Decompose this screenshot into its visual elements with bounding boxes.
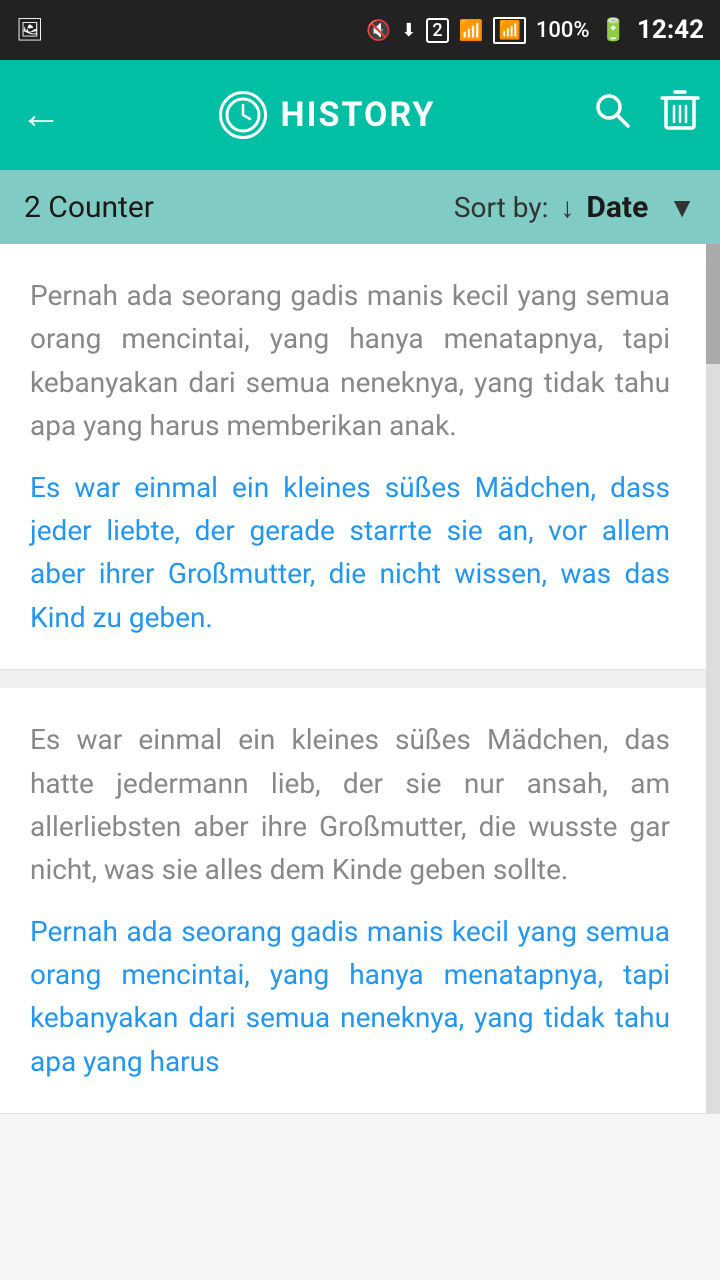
original-text-1: Pernah ada seorang gadis manis kecil yan… [30,274,670,448]
filter-bar: 2 Counter Sort by: ↓ Date ▼ [0,170,720,244]
original-text-2: Es war einmal ein kleines süßes Mädchen,… [30,718,670,892]
toolbar-right [592,88,700,142]
mute-icon: 🔇 [366,18,391,42]
divider-1 [0,670,720,688]
status-bar: 🖼 🔇 ⬇ 2 📶 📶 100% 🔋 12:42 [0,0,720,60]
toolbar-center: HISTORY [62,91,592,139]
scrollbar[interactable] [706,244,720,1114]
image-icon: 🖼 [16,18,44,43]
translation-text-1: Es war einmal ein kleines süßes Mädchen,… [30,466,670,640]
download-icon: ⬇ [401,20,416,41]
sort-direction-icon: ↓ [560,191,574,224]
toolbar: ← HISTORY [0,60,720,170]
toolbar-title: HISTORY [281,95,436,135]
battery-icon: 🔋 [600,18,627,43]
delete-button[interactable] [660,88,700,142]
counter-text: 2 Counter [24,190,454,225]
toolbar-left: ← [20,94,62,136]
sim-icon: 2 [426,18,448,43]
time-display: 12:42 [637,15,704,45]
clock-icon [219,91,267,139]
sort-by-label: Sort by: [454,191,548,224]
dropdown-icon[interactable]: ▼ [668,191,696,224]
scrollbar-thumb[interactable] [706,244,720,364]
sort-value: Date [586,190,648,225]
list-item: Pernah ada seorang gadis manis kecil yan… [0,244,706,670]
battery-percent: 100% [536,18,590,43]
sim-signal-icon: 📶 [493,17,525,44]
search-button[interactable] [592,90,632,140]
status-left: 🖼 [16,18,44,43]
content-area: Pernah ada seorang gadis manis kecil yan… [0,244,720,1114]
back-button[interactable]: ← [20,94,62,136]
signal-icon: 📶 [459,18,484,42]
sort-section[interactable]: Sort by: ↓ Date ▼ [454,190,696,225]
status-right: 🔇 ⬇ 2 📶 📶 100% 🔋 12:42 [366,15,704,45]
translation-text-2: Pernah ada seorang gadis manis kecil yan… [30,910,670,1084]
list-item: Es war einmal ein kleines süßes Mädchen,… [0,688,706,1114]
